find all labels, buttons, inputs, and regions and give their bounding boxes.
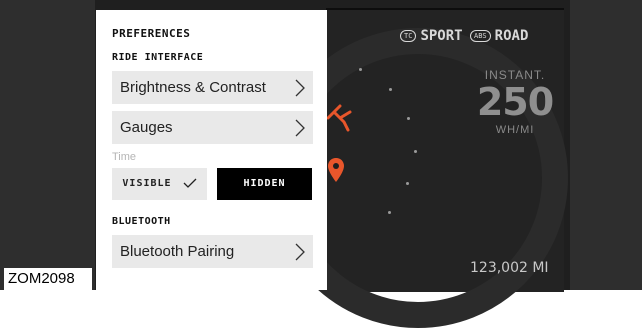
chevron-right-icon (295, 119, 305, 137)
gauges-button[interactable]: Gauges (112, 111, 313, 144)
right-background (570, 0, 642, 290)
traction-control-status: TC SPORT (400, 28, 463, 44)
bluetooth-pairing-button[interactable]: Bluetooth Pairing (112, 235, 313, 268)
checkmark-icon (183, 178, 197, 188)
brightness-contrast-button[interactable]: Brightness & Contrast (112, 71, 313, 104)
ride-mode-label: SPORT (420, 28, 463, 44)
preferences-title: PREFERENCES (112, 27, 191, 40)
figure-code: ZOM2098 (4, 268, 92, 290)
gauges-label: Gauges (120, 119, 173, 136)
gauge-tick (388, 211, 391, 214)
odometer: 123,002 MI (470, 260, 549, 276)
chevron-right-icon (295, 79, 305, 97)
abs-icon: ABS (470, 30, 491, 42)
abs-status: ABS ROAD (470, 28, 528, 44)
instant-unit: WH/MI (495, 124, 535, 136)
hidden-option-label: HIDDEN (243, 178, 286, 189)
gauge-tick (406, 182, 409, 185)
brightness-contrast-label: Brightness & Contrast (120, 79, 266, 96)
visible-option-button[interactable]: VISIBLE (112, 168, 207, 200)
gauge-needle-icon (326, 104, 352, 132)
road-mode-label: ROAD (494, 28, 529, 44)
bluetooth-pairing-label: Bluetooth Pairing (120, 243, 235, 260)
gauge-tick (414, 150, 417, 153)
gauge-tick (359, 68, 362, 71)
time-label: Time (112, 151, 137, 163)
chevron-right-icon (295, 243, 305, 261)
location-marker-icon (328, 158, 344, 182)
ride-interface-header: RIDE INTERFACE (112, 52, 204, 63)
hidden-option-button[interactable]: HIDDEN (217, 168, 312, 200)
left-background (0, 0, 95, 290)
gauge-tick (389, 88, 392, 91)
instant-value: 250 (476, 80, 554, 124)
traction-control-icon: TC (400, 30, 417, 42)
visible-option-label: VISIBLE (122, 178, 172, 189)
gauge-tick (407, 117, 410, 120)
bluetooth-header: BLUETOOTH (112, 216, 171, 227)
